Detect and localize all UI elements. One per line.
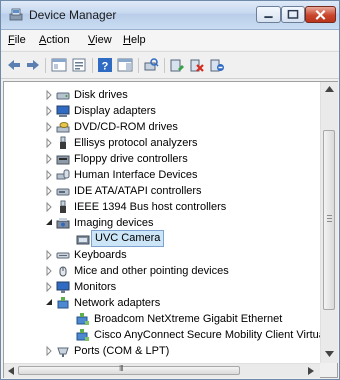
- device-label: Monitors: [74, 281, 117, 293]
- toolbar-separator: [164, 58, 165, 73]
- camera-icon: [76, 235, 90, 245]
- device-label: Keyboards: [74, 249, 127, 261]
- device-label: Floppy drive controllers: [74, 153, 188, 165]
- scroll-left-icon[interactable]: [8, 367, 14, 375]
- title-bar[interactable]: Device Manager: [1, 1, 339, 30]
- toolbar-separator: [138, 58, 139, 73]
- keyboard-icon: [56, 252, 70, 259]
- device-label: Ellisys protocol analyzers: [74, 137, 198, 149]
- network-adapter-icon: [57, 297, 69, 309]
- toolbar-separator: [92, 58, 93, 73]
- show-hide-console-tree-icon[interactable]: [51, 57, 67, 73]
- device-manager-window: Device Manager File Action View Help ? D…: [0, 0, 340, 380]
- expand-arrow-icon[interactable]: [44, 279, 54, 295]
- device-label: DVD/CD-ROM drives: [74, 121, 178, 133]
- close-button[interactable]: [305, 6, 336, 23]
- device-tree-pane: Disk drives Display adapters DVD/CD-ROM dr…: [3, 81, 338, 378]
- device-label: UVC Camera: [91, 230, 165, 247]
- scan-hardware-icon[interactable]: [143, 57, 159, 73]
- disable-device-icon[interactable]: [209, 57, 225, 73]
- expand-arrow-icon[interactable]: [44, 343, 54, 359]
- device-label: Mice and other pointing devices: [74, 265, 229, 277]
- expand-arrow-icon[interactable]: [44, 183, 54, 199]
- mouse-icon: [59, 266, 67, 277]
- minimize-button[interactable]: [256, 6, 281, 23]
- toolbar-separator: [45, 58, 46, 73]
- svg-text:?: ?: [102, 61, 109, 73]
- device-label: Ports (COM & LPT): [74, 345, 170, 357]
- port-icon: [57, 347, 69, 357]
- scroll-grip-label: III: [119, 364, 124, 373]
- show-action-pane-icon[interactable]: [117, 57, 133, 73]
- disk-drive-icon: [56, 92, 70, 100]
- close-icon: [315, 10, 326, 20]
- maximize-button[interactable]: [281, 6, 305, 23]
- ide-controller-icon: [56, 188, 70, 196]
- device-label: Display adapters: [74, 105, 156, 117]
- expand-arrow-icon[interactable]: [44, 135, 54, 151]
- device-label: Network adapters: [74, 297, 161, 309]
- scrollbar-corner: [320, 363, 337, 377]
- usb-plug-icon: [60, 200, 66, 213]
- device-label: Disk drives: [74, 89, 128, 101]
- help-icon[interactable]: ?: [97, 57, 113, 73]
- uninstall-device-icon[interactable]: [189, 57, 205, 73]
- network-card-icon: [76, 329, 89, 341]
- expand-arrow-icon[interactable]: [44, 103, 54, 119]
- collapse-arrow-icon[interactable]: [44, 215, 54, 231]
- device-manager-icon: [9, 8, 23, 21]
- horizontal-scroll-thumb[interactable]: III: [18, 364, 240, 375]
- device-tree[interactable]: Disk drives Display adapters DVD/CD-ROM dr…: [4, 82, 320, 363]
- floppy-controller-icon: [56, 155, 70, 165]
- expand-arrow-icon[interactable]: [44, 151, 54, 167]
- device-label: Broadcom NetXtreme Gigabit Ethernet: [94, 313, 283, 325]
- menu-view[interactable]: View: [88, 34, 112, 46]
- back-icon[interactable]: [6, 57, 22, 73]
- expand-arrow-icon[interactable]: [44, 263, 54, 279]
- expand-arrow-icon[interactable]: [44, 87, 54, 103]
- menu-bar: File Action View Help: [1, 30, 339, 50]
- forward-icon[interactable]: [25, 57, 41, 73]
- properties-icon[interactable]: [71, 57, 87, 73]
- scroll-down-icon[interactable]: [325, 351, 334, 357]
- device-label: Human Interface Devices: [74, 169, 198, 181]
- dvd-drive-icon: [56, 122, 70, 133]
- horizontal-scrollbar[interactable]: III: [4, 363, 320, 378]
- expand-arrow-icon[interactable]: [44, 199, 54, 215]
- usb-plug-icon: [60, 136, 66, 149]
- device-label: Imaging devices: [74, 217, 154, 229]
- network-card-icon: [76, 313, 89, 325]
- expand-arrow-icon[interactable]: [44, 119, 54, 135]
- imaging-device-icon: [56, 218, 70, 229]
- vertical-scrollbar[interactable]: [320, 82, 338, 363]
- hid-icon: [56, 169, 70, 180]
- device-label: IEEE 1394 Bus host controllers: [74, 201, 227, 213]
- window-title: Device Manager: [29, 8, 117, 22]
- device-label: IDE ATA/ATAPI controllers: [74, 185, 202, 197]
- menu-action[interactable]: Action: [39, 34, 70, 46]
- update-driver-icon[interactable]: [169, 57, 185, 73]
- menu-file[interactable]: File: [8, 34, 26, 46]
- device-label: Cisco AnyConnect Secure Mobility Client …: [94, 329, 320, 341]
- minimize-icon: [264, 16, 273, 19]
- display-adapter-icon: [56, 105, 70, 117]
- toolbar: ?: [1, 51, 339, 79]
- maximize-icon: [287, 9, 299, 19]
- vertical-scroll-thumb[interactable]: [323, 130, 335, 310]
- expand-arrow-icon[interactable]: [44, 167, 54, 183]
- scroll-up-icon[interactable]: [325, 86, 334, 92]
- monitor-icon: [56, 281, 70, 293]
- menu-help[interactable]: Help: [123, 34, 146, 46]
- scroll-right-icon[interactable]: [308, 367, 314, 375]
- expand-arrow-icon[interactable]: [44, 247, 54, 263]
- collapse-arrow-icon[interactable]: [44, 295, 54, 311]
